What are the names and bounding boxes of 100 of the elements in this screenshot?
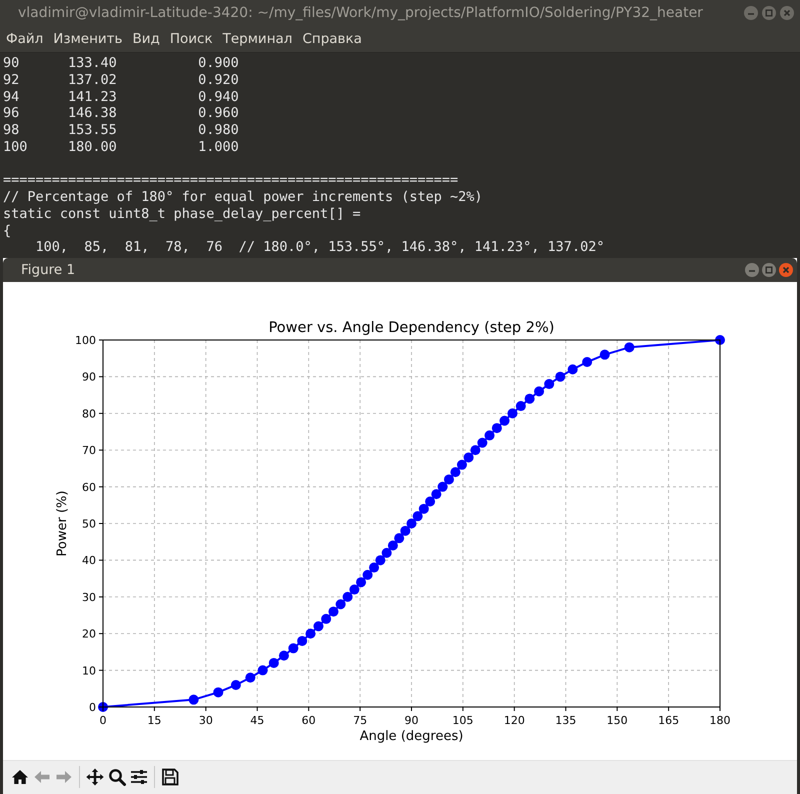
data-point	[600, 349, 610, 360]
data-point	[484, 430, 495, 440]
data-point	[306, 628, 316, 638]
code-line: static const uint8_t phase_delay_percent[] =	[3, 206, 362, 222]
code-line: 100, 85, 81, 78, 76 // 180.0°, 153.55°, 146.38°, 141.23°, 137.02°	[34, 239, 606, 256]
data-point	[412, 510, 423, 521]
move-icon[interactable]	[86, 768, 104, 786]
data-point	[258, 664, 268, 675]
data-point	[715, 334, 725, 345]
data-point	[492, 422, 502, 433]
data-point	[297, 636, 308, 646]
y-tick-label: 0	[89, 700, 96, 714]
data-point	[425, 496, 436, 506]
data-point	[568, 364, 578, 374]
data-point	[188, 694, 199, 704]
window-title: vladimir@vladimir-Latitude-3420: ~/my_files/Work/my_projects/PlatformIO/Soldering/PY32_heater	[18, 5, 704, 21]
y-tick-label: 70	[82, 444, 96, 457]
data-point	[507, 408, 518, 418]
data-point	[349, 584, 360, 594]
x-tick-label: 105	[452, 714, 474, 727]
data-point	[624, 342, 634, 352]
y-tick-label: 60	[82, 480, 96, 494]
x-tick-label: 120	[504, 714, 525, 727]
y-tick-label: 80	[82, 407, 96, 420]
terminal-output-line: 96 146.38 0.960	[3, 105, 240, 122]
data-point	[98, 702, 108, 712]
x-tick-label: 60	[302, 714, 316, 727]
close-icon[interactable]	[779, 262, 793, 277]
data-point	[438, 481, 448, 492]
x-axis-label: Angle (degrees)	[360, 728, 464, 744]
data-point	[470, 444, 480, 455]
data-point	[444, 474, 454, 484]
x-tick-label: 15	[147, 714, 162, 727]
data-point	[418, 503, 429, 514]
data-point	[388, 540, 398, 550]
data-point	[464, 452, 474, 462]
data-point	[356, 576, 366, 587]
data-point	[213, 686, 224, 697]
data-point	[555, 371, 566, 382]
x-tick-label: 75	[353, 714, 368, 727]
data-point	[278, 650, 289, 660]
maximize-icon[interactable]	[762, 6, 776, 20]
data-point	[268, 658, 279, 668]
data-point	[456, 459, 467, 470]
data-point	[321, 614, 332, 624]
menu-item[interactable]: Вид	[127, 31, 165, 47]
data-point	[406, 518, 416, 528]
x-tick-label: 45	[250, 714, 264, 727]
data-point	[342, 592, 353, 602]
close-icon[interactable]	[780, 6, 794, 20]
y-tick-label: 20	[82, 627, 96, 640]
terminal-output-line: 94 141.23 0.940	[3, 88, 240, 106]
y-tick-label: 10	[82, 664, 96, 677]
data-point	[450, 466, 460, 477]
menu-item[interactable]: Изменить	[48, 31, 128, 47]
data-point	[362, 569, 373, 580]
code-line: // Percentage of 180° for equal power increments (step ~2%)	[3, 189, 484, 206]
x-tick-label: 150	[606, 714, 628, 727]
data-point	[375, 554, 386, 565]
maximize-icon[interactable]	[762, 262, 776, 277]
menu-item[interactable]: Поиск	[164, 31, 218, 47]
data-point	[394, 532, 404, 543]
x-tick-label: 135	[555, 714, 576, 727]
menu-item[interactable]: Файл	[1, 31, 48, 47]
data-point	[524, 393, 535, 404]
terminal-output-line: 90 133.40 0.900	[3, 55, 240, 72]
data-point	[382, 547, 392, 558]
data-point	[500, 415, 510, 426]
sliders-icon[interactable]	[130, 768, 148, 786]
data-point	[288, 642, 298, 653]
x-tick-label: 90	[404, 714, 418, 727]
data-point	[245, 672, 256, 682]
data-point	[230, 680, 241, 690]
data-point	[516, 400, 526, 411]
x-tick-label: 0	[100, 714, 106, 727]
y-tick-label: 90	[82, 370, 96, 384]
minimize-icon[interactable]	[745, 262, 759, 277]
data-point	[544, 378, 554, 389]
code-line: ========================================================	[3, 172, 460, 189]
y-tick-label: 50	[82, 517, 96, 530]
home-icon[interactable]	[11, 768, 29, 786]
y-axis-label: Power (%)	[55, 490, 70, 556]
data-point	[336, 598, 346, 609]
menu-item[interactable]: Терминал	[218, 31, 298, 47]
minimize-icon[interactable]	[744, 6, 758, 20]
terminal-output-line: 98 153.55 0.980	[3, 122, 240, 139]
chart-title: Power vs. Angle Dependency (step 2%)	[268, 320, 554, 336]
magnifier-icon[interactable]	[108, 768, 126, 786]
terminal-output-line: 92 137.02 0.920	[3, 72, 240, 88]
data-point	[328, 606, 338, 616]
terminal-output-line: 100 180.00 1.000	[3, 138, 240, 156]
code-line: {	[3, 222, 12, 240]
x-tick-label: 180	[710, 714, 730, 727]
y-tick-label: 100	[75, 334, 96, 347]
data-point	[477, 437, 488, 448]
x-tick-label: 165	[658, 714, 680, 727]
x-tick-label: 30	[198, 714, 213, 727]
window-title: Figure 1	[21, 262, 76, 278]
menu-item[interactable]: Справка	[297, 31, 367, 47]
data-point	[400, 525, 410, 536]
